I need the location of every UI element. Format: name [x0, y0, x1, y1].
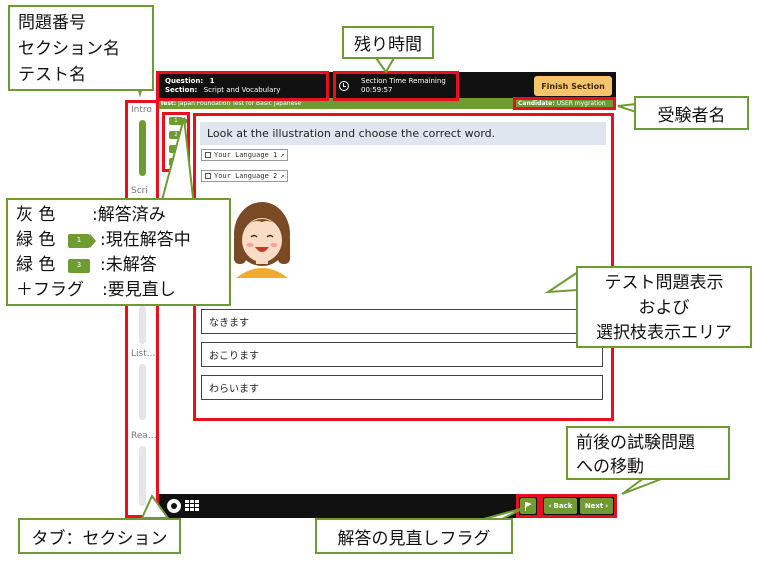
legend-row-current: 緑 色 1 :現在解答中	[16, 228, 221, 253]
legend-badge-number: 3	[76, 261, 82, 269]
callout-text: への移動	[576, 457, 644, 477]
callout-question-section-test: 問題番号 セクション名 テスト名	[8, 5, 154, 91]
legend-value: :未解答	[100, 255, 157, 275]
legend-badge-arrow	[90, 233, 96, 248]
legend-value: :要見直し	[102, 280, 176, 300]
legend-badge-current: 1	[68, 233, 96, 248]
callout-review-flag: 解答の見直しフラグ	[315, 518, 513, 554]
callout-text: および	[638, 298, 690, 318]
callout-text: 問題番号	[18, 13, 86, 33]
legend-label: 灰 色	[16, 205, 56, 225]
legend-badge-number: 1	[76, 236, 82, 244]
callout-display-area: テスト問題表示 および 選択枝表示エリア	[576, 266, 752, 348]
legend-label: 緑 色	[16, 255, 56, 275]
callout-tab-section: タブ：セクション	[18, 518, 181, 554]
callout-text: 選択枝表示エリア	[596, 323, 732, 343]
callout-text: テスト問題表示	[604, 273, 724, 293]
legend-value: :現在解答中	[100, 230, 191, 250]
legend-badge-unanswered: 3	[68, 258, 90, 273]
legend-label: 緑 色	[16, 230, 56, 250]
callout-time-remaining: 残り時間	[342, 26, 434, 59]
callout-navigation: 前後の試験問題 への移動	[566, 426, 730, 480]
callout-text: セクション名	[18, 39, 120, 59]
legend-value: :解答済み	[92, 205, 166, 225]
callout-status-legend: 灰 色 :解答済み 緑 色 1 :現在解答中 緑 色 3 :未解答 ＋フラグ :…	[6, 198, 231, 306]
legend-label: ＋フラグ	[16, 280, 84, 300]
legend-row-flagged: ＋フラグ :要見直し	[16, 278, 221, 303]
callout-text: 前後の試験問題	[576, 433, 695, 453]
callout-candidate-name: 受験者名	[634, 96, 749, 130]
legend-row-unanswered: 緑 色 3 :未解答	[16, 253, 221, 278]
callout-text: テスト名	[18, 65, 86, 85]
legend-row-answered: 灰 色 :解答済み	[16, 203, 221, 228]
